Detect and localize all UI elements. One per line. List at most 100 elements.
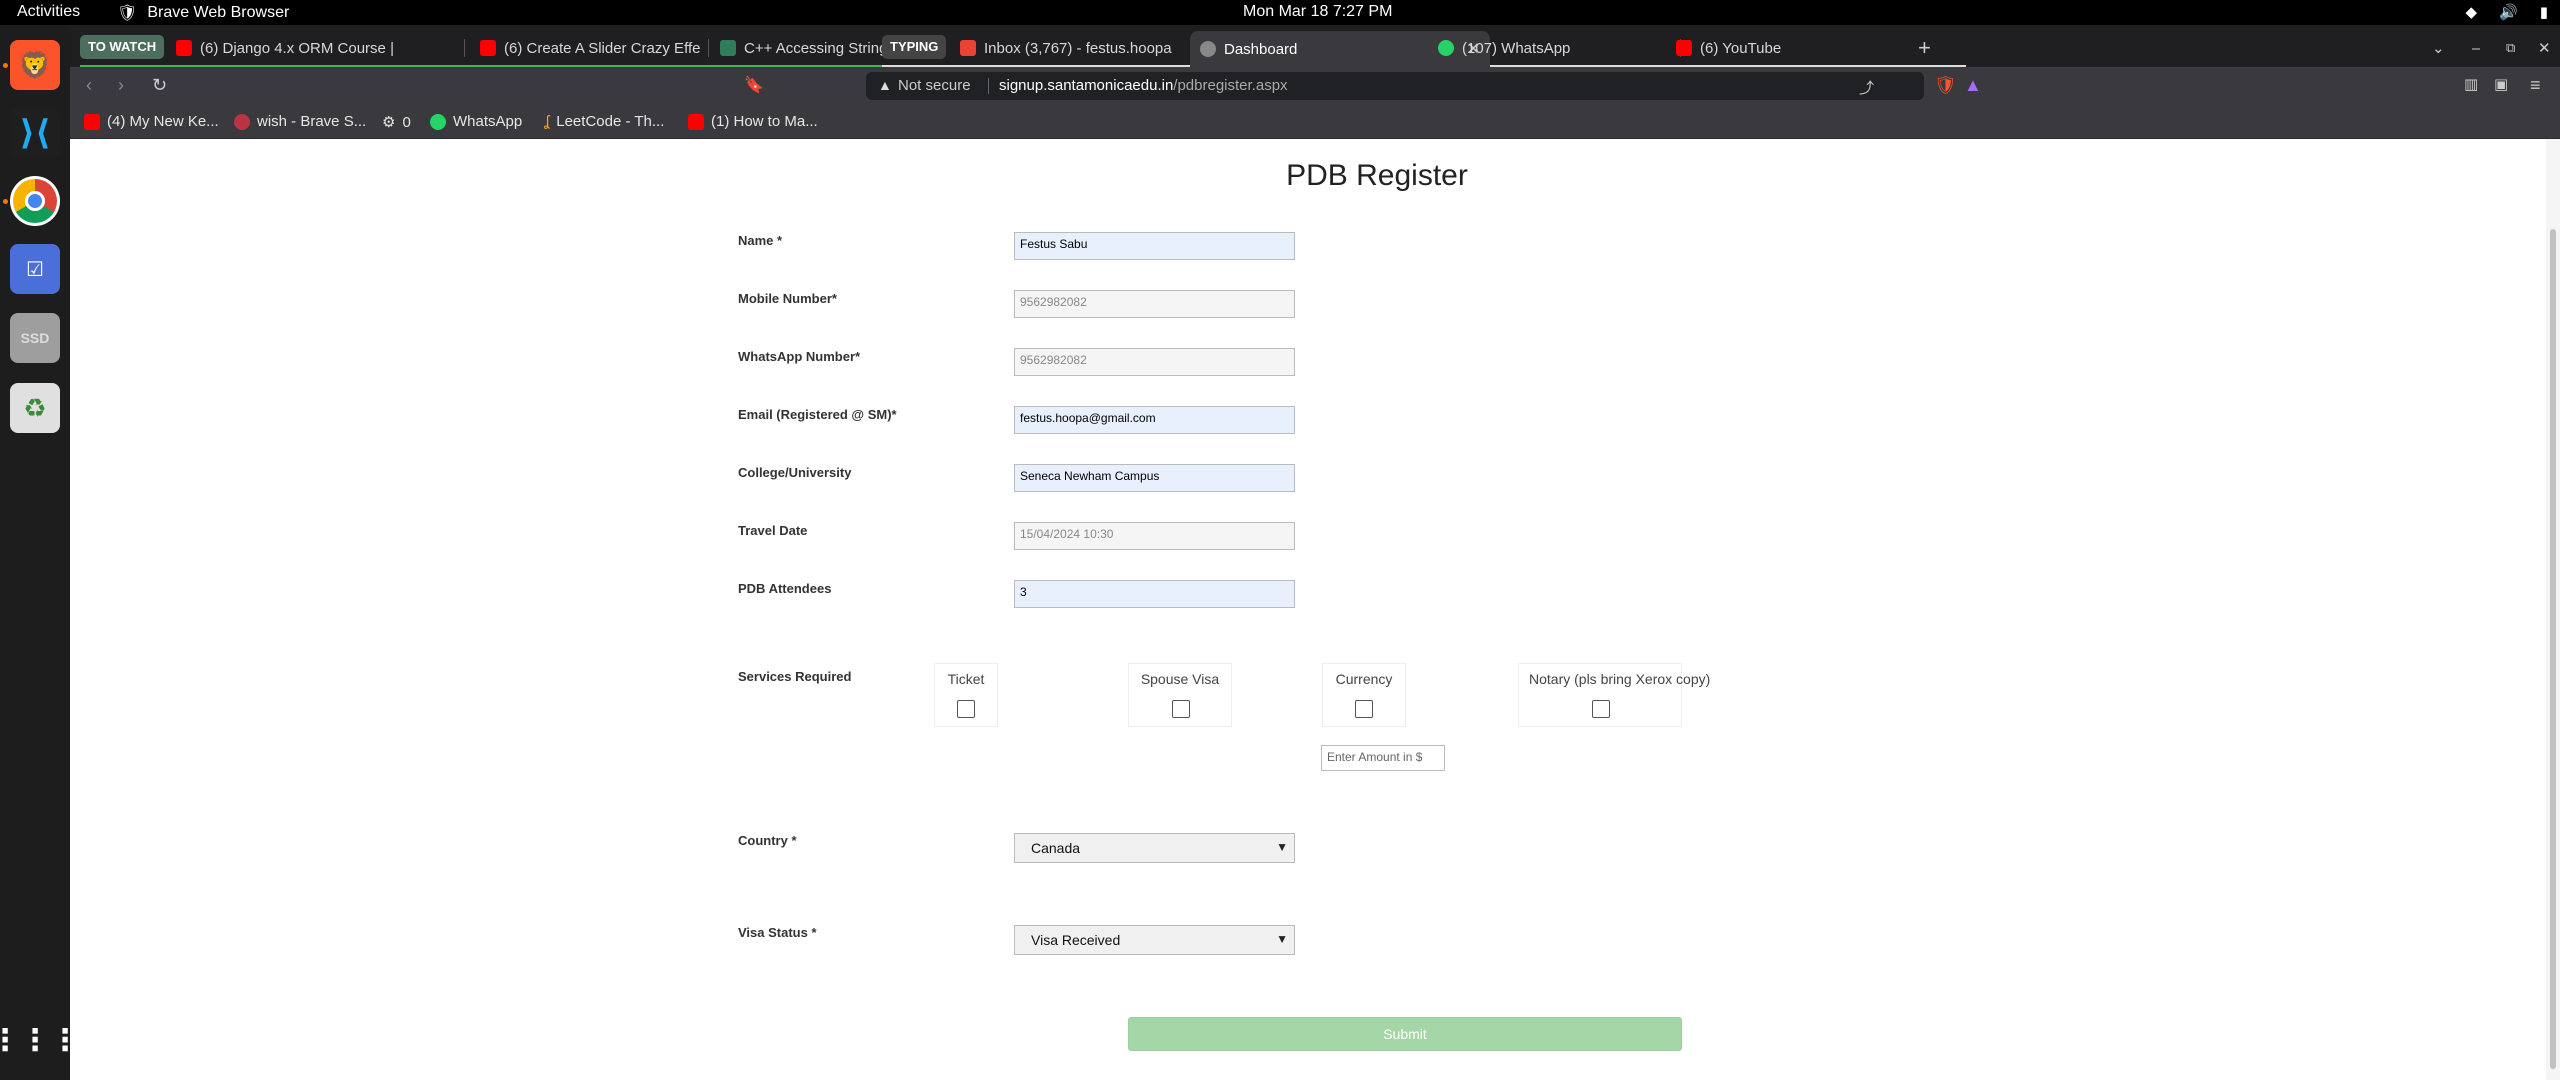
window-close-icon[interactable]: ✕	[2538, 33, 2551, 63]
bookmark-my-new-ke[interactable]: (4) My New Ke...	[84, 113, 219, 130]
currency-amount-input[interactable]: Enter Amount in $	[1321, 745, 1445, 771]
youtube-icon	[176, 40, 192, 56]
whatsapp-input[interactable]: 9562982082	[1014, 348, 1295, 376]
visa-status-select[interactable]: Visa Received ▼	[1014, 925, 1295, 955]
leetcode-icon: ʆ	[544, 113, 550, 130]
service-notary-label: Notary (pls bring Xerox copy)	[1529, 671, 1711, 687]
mobile-input[interactable]: 9562982082	[1014, 290, 1295, 318]
system-tray[interactable]: ◆ 🔊 ▮	[2466, 3, 2549, 21]
ticket-checkbox[interactable]	[957, 700, 975, 718]
new-tab-button[interactable]: +	[1918, 33, 1931, 63]
brave-shield-icon: 🛡	[117, 5, 138, 22]
vscode-icon[interactable]: ⟩⟨	[10, 108, 60, 158]
currency-checkbox[interactable]	[1355, 700, 1373, 718]
forward-icon[interactable]: ›	[118, 75, 124, 96]
spouse-visa-checkbox[interactable]	[1172, 700, 1190, 718]
submit-button[interactable]: Submit	[1128, 1017, 1682, 1051]
show-apps-icon[interactable]: ⋮⋮⋮	[0, 1015, 80, 1065]
country-selected-value: Canada	[1031, 840, 1081, 856]
service-currency-label: Currency	[1335, 671, 1393, 687]
attendees-input[interactable]: 3	[1014, 580, 1295, 608]
back-icon[interactable]: ‹	[86, 75, 92, 96]
tab-title: (6) Django 4.x ORM Course |	[200, 39, 394, 57]
service-ticket: Ticket	[934, 663, 998, 727]
name-label: Name *	[738, 233, 783, 248]
visa-selected-value: Visa Received	[1031, 932, 1121, 948]
email-label: Email (Registered @ SM)*	[738, 407, 897, 422]
attendees-label: PDB Attendees	[738, 581, 832, 596]
app-menu[interactable]: 🛡 Brave Web Browser	[117, 3, 289, 23]
name-input[interactable]: Festus Sabu	[1014, 232, 1295, 260]
notary-checkbox[interactable]	[1592, 700, 1610, 718]
url-path: /pdbregister.aspx	[1173, 77, 1288, 94]
youtube-icon	[480, 40, 496, 56]
college-label: College/University	[738, 465, 852, 480]
bookmark-how-to-ma[interactable]: (1) How to Ma...	[688, 113, 818, 130]
system-top-bar: Activities 🛡 Brave Web Browser Mon Mar 1…	[0, 0, 2560, 25]
activities-button[interactable]: Activities	[17, 3, 80, 21]
tab-search-dropdown-icon[interactable]: ⌄	[2432, 33, 2445, 63]
chevron-down-icon: ▼	[1276, 932, 1288, 946]
whatsapp-icon	[430, 113, 446, 130]
wifi-icon: ◆	[2465, 4, 2478, 21]
travel-date-label: Travel Date	[738, 523, 808, 538]
page-scrollbar[interactable]	[2546, 139, 2560, 1080]
youtube-icon	[688, 113, 704, 130]
tab-title: Inbox (3,767) - festus.hoopa	[984, 39, 1172, 57]
brave-search-icon	[234, 113, 250, 130]
tab-whatsapp[interactable]: (107) WhatsApp	[1438, 33, 1658, 63]
tab-django[interactable]: (6) Django 4.x ORM Course |	[176, 33, 456, 63]
bookmark-label: (1) How to Ma...	[711, 113, 818, 130]
restore-icon[interactable]: ⧉	[2506, 33, 2515, 63]
sidebar-icon[interactable]: ▥	[2464, 75, 2478, 93]
tab-title: (6) YouTube	[1700, 39, 1782, 57]
address-bar[interactable]: ▲ Not secure signup.santamonicaedu.in/pd…	[866, 72, 1924, 100]
url-separator	[988, 78, 989, 94]
dock: 🦁 ⟩⟨ ☑ SSD ♻ ⋮⋮⋮	[0, 25, 80, 1080]
wallet-icon[interactable]: ▣	[2494, 75, 2508, 93]
tab-title: Dashboard	[1224, 40, 1298, 58]
whatsapp-label: WhatsApp Number*	[738, 349, 861, 364]
bookmark-icon[interactable]: 🔖	[744, 75, 764, 95]
tab-title: (107) WhatsApp	[1462, 39, 1571, 57]
tab-group-to-watch[interactable]: TO WATCH	[80, 35, 165, 59]
country-label: Country *	[738, 833, 797, 848]
tab-youtube[interactable]: (6) YouTube	[1676, 33, 1896, 63]
volume-icon: 🔊	[2499, 4, 2518, 21]
reload-icon[interactable]: ↻	[152, 75, 167, 96]
clock[interactable]: Mon Mar 18 7:27 PM	[1243, 3, 1392, 21]
minimize-icon[interactable]: –	[2472, 33, 2480, 63]
trash-icon[interactable]: ♻	[10, 383, 60, 433]
url-host: signup.santamonicaedu.in	[999, 77, 1174, 94]
security-indicator[interactable]: Not secure	[898, 77, 971, 94]
bookmark-zero[interactable]: ⚙ 0	[382, 113, 411, 132]
battery-icon: ▮	[2539, 4, 2548, 21]
bookmark-label: LeetCode - Th...	[556, 113, 665, 130]
bookmark-label: (4) My New Ke...	[107, 113, 219, 130]
service-spouse-label: Spouse Visa	[1140, 671, 1220, 687]
app-name: Brave Web Browser	[147, 4, 290, 21]
college-input[interactable]: Seneca Newham Campus	[1014, 464, 1295, 492]
tab-separator	[708, 39, 709, 57]
service-notary: Notary (pls bring Xerox copy)	[1518, 663, 1710, 727]
menu-icon[interactable]: ≡	[2530, 75, 2541, 96]
brave-shields-icon[interactable]: 🛡	[1934, 75, 1957, 96]
email-input[interactable]: festus.hoopa@gmail.com	[1014, 406, 1295, 434]
chrome-icon[interactable]	[10, 176, 60, 226]
globe-icon	[1200, 41, 1216, 57]
bookmark-wish-brave[interactable]: wish - Brave S...	[234, 113, 366, 130]
scrollbar-thumb[interactable]	[2550, 229, 2556, 1069]
share-icon[interactable]: ⤴	[1859, 77, 1874, 98]
tab-slider[interactable]: (6) Create A Slider Crazy Effe	[480, 33, 700, 63]
gmail-icon	[960, 40, 976, 56]
brave-rewards-icon[interactable]: ▲	[1964, 75, 1982, 96]
travel-date-input[interactable]: 15/04/2024 10:30	[1014, 522, 1295, 550]
tab-group-typing[interactable]: TYPING	[882, 35, 947, 59]
bookmark-whatsapp[interactable]: WhatsApp	[430, 113, 522, 130]
tasks-icon[interactable]: ☑	[10, 244, 60, 294]
ssd-drive-icon[interactable]: SSD	[10, 313, 60, 363]
country-select[interactable]: Canada ▼	[1014, 833, 1295, 863]
brave-browser-icon[interactable]: 🦁	[10, 40, 60, 90]
bookmark-leetcode[interactable]: ʆ LeetCode - Th...	[544, 113, 664, 130]
service-spouse-visa: Spouse Visa	[1128, 663, 1232, 727]
